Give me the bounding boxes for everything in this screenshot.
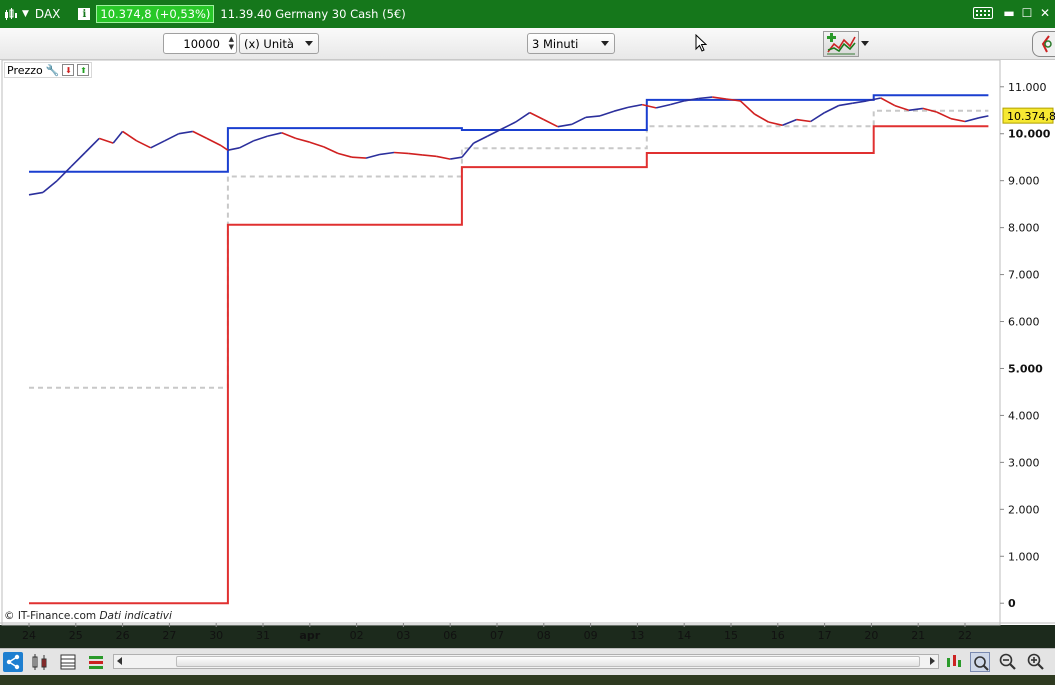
y-tick-label: 9.000 xyxy=(1008,175,1040,188)
x-tick-label: 17 xyxy=(818,629,832,642)
y-tick-label: 10.000 xyxy=(1008,128,1051,141)
share-icon[interactable] xyxy=(3,652,23,672)
x-tick-label: 30 xyxy=(209,629,223,642)
unit-select[interactable]: (x) Unità xyxy=(239,33,319,54)
x-tick-label: 08 xyxy=(537,629,551,642)
y-tick-label: 4.000 xyxy=(1008,409,1040,422)
table-icon[interactable] xyxy=(58,652,78,672)
unit-value: (x) Unità xyxy=(244,36,294,51)
y-tick-label: 11.000 xyxy=(1008,81,1047,94)
window-title: 11.39.40 Germany 30 Cash (5€) xyxy=(220,7,406,21)
x-tick-label: 31 xyxy=(256,629,270,642)
taskbar-strip xyxy=(0,675,1055,685)
keyboard-icon[interactable] xyxy=(973,7,993,19)
data-source-note: © IT-Finance.com Dati indicativi xyxy=(4,610,172,622)
y-tick-label: 7.000 xyxy=(1008,269,1040,282)
timeframe-select[interactable]: 3 Minuti xyxy=(527,33,615,54)
x-tick-label: 22 xyxy=(958,629,972,642)
x-tick-label: apr xyxy=(299,629,320,642)
y-tick-label: 1.000 xyxy=(1008,550,1040,563)
y-tick-label: 0 xyxy=(1008,597,1016,610)
x-tick-label: 25 xyxy=(69,629,83,642)
x-tick-label: 20 xyxy=(864,629,878,642)
app-window: ▼ DAX i 10.374,8 (+0,53%) 11.39.40 Germa… xyxy=(0,0,1055,685)
chevron-down-icon[interactable] xyxy=(861,41,869,46)
quantity-stepper[interactable]: 10000 ▲ ▼ xyxy=(163,33,237,54)
spinner-arrows-icon[interactable]: ▲ ▼ xyxy=(229,35,234,51)
last-price-label: 10.374,8 xyxy=(1007,110,1055,123)
price-change-badge: 10.374,8 (+0,53%) xyxy=(96,5,215,23)
x-tick-label: 24 xyxy=(22,629,36,642)
x-tick-label: 21 xyxy=(911,629,925,642)
x-tick-label: 02 xyxy=(350,629,364,642)
scroll-right-icon[interactable] xyxy=(930,657,935,665)
y-tick-label: 6.000 xyxy=(1008,316,1040,329)
price-segment xyxy=(351,156,367,159)
chart-scrollbar[interactable] xyxy=(113,654,939,669)
plot-frame xyxy=(1,60,1001,626)
window-controls: ▬ ☐ ✕ xyxy=(973,6,1051,20)
bottom-toolbar xyxy=(0,648,1055,675)
scroll-left-icon[interactable] xyxy=(117,657,122,665)
x-tick-label: 26 xyxy=(116,629,130,642)
source-text: © IT-Finance.com xyxy=(4,610,97,622)
indicators-icon xyxy=(827,33,856,55)
orders-icon[interactable] xyxy=(86,652,106,672)
x-tick-label: 03 xyxy=(396,629,410,642)
x-tick-label: 15 xyxy=(724,629,738,642)
y-tick-label: 2.000 xyxy=(1008,503,1040,516)
candlestick-icon[interactable] xyxy=(4,7,18,21)
y-tick-label: 5.000 xyxy=(1008,362,1043,375)
chart-canvas[interactable]: 0 1.000 2.000 3.000 4.000 5.000 6.000 7.000 8.00… xyxy=(0,60,1055,648)
wrench-icon[interactable]: 🔧 xyxy=(46,64,60,77)
drawing-tools-button[interactable] xyxy=(1032,31,1055,57)
title-bar: ▼ DAX i 10.374,8 (+0,53%) 11.39.40 Germa… xyxy=(0,0,1055,28)
instrument-name[interactable]: DAX xyxy=(35,7,60,21)
y-tick-label: 3.000 xyxy=(1008,456,1040,469)
zoom-in-icon[interactable] xyxy=(1026,652,1046,672)
x-tick-label: 27 xyxy=(162,629,176,642)
chevron-down-icon[interactable]: ▼ xyxy=(22,9,29,19)
series-label[interactable]: Prezzo 🔧 ⬇ ⬆ xyxy=(4,62,93,78)
x-tick-label: 13 xyxy=(630,629,644,642)
drawing-tool-icon xyxy=(1041,35,1052,53)
maximize-icon[interactable]: ☐ xyxy=(1021,6,1033,20)
x-tick-label: 07 xyxy=(490,629,504,642)
zoom-select-icon[interactable] xyxy=(970,652,990,672)
indicators-button[interactable] xyxy=(823,31,859,57)
chevron-down-icon[interactable] xyxy=(305,41,313,46)
timeframe-value: 3 Minuti xyxy=(532,36,579,51)
series-name: Prezzo xyxy=(7,63,43,77)
x-tick-label: 06 xyxy=(443,629,457,642)
candle-type-icon[interactable] xyxy=(30,652,50,672)
price-chart[interactable]: 0 1.000 2.000 3.000 4.000 5.000 6.000 7.000 8.00… xyxy=(0,60,1055,642)
close-icon[interactable]: ✕ xyxy=(1039,6,1051,20)
quantity-value[interactable]: 10000 xyxy=(183,37,220,51)
toolbar: 10000 ▲ ▼ (x) Unità 3 Minuti xyxy=(0,28,1055,60)
autoscale-icon[interactable] xyxy=(944,652,964,672)
y-tick-label: 8.000 xyxy=(1008,222,1040,235)
mouse-cursor-icon xyxy=(695,33,708,56)
x-tick-label: 09 xyxy=(584,629,598,642)
info-icon[interactable]: i xyxy=(78,8,91,20)
chevron-down-icon[interactable] xyxy=(601,41,609,46)
zoom-out-icon[interactable] xyxy=(998,652,1018,672)
x-tick-label: 16 xyxy=(771,629,785,642)
minimize-icon[interactable]: ▬ xyxy=(1003,6,1015,20)
disclaimer-text: Dati indicativi xyxy=(99,610,172,622)
scroll-thumb[interactable] xyxy=(176,656,920,667)
move-down-icon[interactable]: ⬇ xyxy=(62,64,75,76)
move-up-icon[interactable]: ⬆ xyxy=(77,64,90,76)
x-tick-label: 14 xyxy=(677,629,691,642)
price-segment xyxy=(393,151,409,155)
